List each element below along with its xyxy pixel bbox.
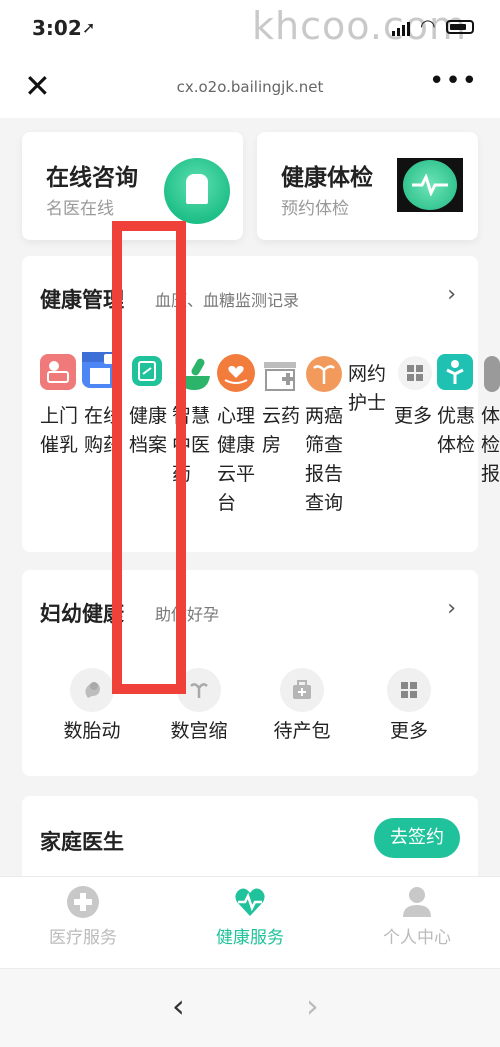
section-title: 家庭医生	[40, 830, 124, 854]
card-subtitle: 名医在线	[46, 199, 114, 219]
heart-hand-icon[interactable]	[217, 354, 255, 392]
grid-item-label[interactable]: 体检报	[481, 402, 500, 489]
grid-more-icon[interactable]	[387, 668, 431, 712]
grid-item-label[interactable]: 心理健康云平台	[217, 402, 257, 518]
report-icon[interactable]	[484, 356, 500, 392]
tab-label: 医疗服务	[49, 928, 117, 948]
tab-health-service[interactable]: 健康服务	[167, 877, 333, 969]
page-url: cx.o2o.bailingjk.net	[176, 78, 324, 96]
grid-more-icon[interactable]	[398, 356, 432, 390]
browser-bottom-bar: ‹ ›	[0, 968, 500, 1047]
nursing-icon[interactable]	[40, 354, 76, 390]
grid-item-label[interactable]: 网约护士	[348, 360, 388, 418]
bag-icon[interactable]	[280, 668, 324, 712]
more-options-icon[interactable]: •••	[429, 66, 478, 96]
sign-up-button[interactable]: 去签约	[374, 818, 460, 858]
tab-personal-center[interactable]: 个人中心	[334, 877, 500, 969]
battery-icon	[446, 20, 474, 34]
health-checkup-card[interactable]: 健康体检 预约体检	[257, 132, 478, 240]
doctor-icon	[164, 158, 230, 224]
grid-item-label[interactable]: 更多	[394, 402, 438, 431]
maternal-item-label[interactable]: 待产包	[247, 716, 357, 743]
chevron-right-icon[interactable]: ›	[447, 282, 456, 307]
checkup-icon[interactable]	[437, 354, 473, 390]
location-arrow-icon: ➚	[82, 18, 96, 37]
tab-label: 健康服务	[216, 928, 284, 948]
grid-item-label[interactable]: 云药房	[262, 402, 302, 460]
maternal-item-label[interactable]: 数胎动	[37, 716, 147, 743]
maternal-item-label[interactable]: 更多	[354, 716, 464, 743]
grid-item-label[interactable]: 优惠体检	[437, 402, 477, 460]
forward-arrow-icon[interactable]: ›	[306, 987, 319, 1025]
tab-label: 个人中心	[383, 928, 451, 948]
medical-cross-icon	[67, 886, 99, 918]
maternal-item-label[interactable]: 数宫缩	[144, 716, 254, 743]
wifi-icon: ◠	[420, 16, 436, 37]
clock: 3:02	[32, 16, 82, 40]
chevron-right-icon[interactable]: ›	[447, 596, 456, 621]
card-title: 健康体检	[281, 165, 373, 191]
browser-nav-bar: ✕ cx.o2o.bailingjk.net •••	[0, 58, 500, 118]
card-title: 在线咨询	[46, 165, 138, 191]
fetus-icon[interactable]	[70, 668, 114, 712]
highlight-box	[112, 221, 186, 694]
cloud-pharmacy-icon[interactable]	[260, 354, 296, 391]
person-icon	[403, 887, 431, 917]
back-arrow-icon[interactable]: ‹	[172, 987, 185, 1025]
card-subtitle: 预约体检	[281, 199, 349, 219]
tab-medical-service[interactable]: 医疗服务	[0, 877, 166, 969]
grid-item-label[interactable]: 两癌筛查报告查询	[305, 402, 345, 518]
uterus-icon[interactable]	[306, 356, 342, 392]
bottom-tab-bar: 医疗服务 健康服务 个人中心	[0, 876, 500, 968]
grid-item-label[interactable]: 上门催乳	[40, 402, 80, 460]
heartbeat-icon	[397, 158, 463, 212]
status-bar: 3:02 ➚ khcoo.com ◠	[0, 0, 500, 58]
heart-pulse-icon	[235, 888, 265, 916]
signal-icon	[392, 22, 412, 36]
